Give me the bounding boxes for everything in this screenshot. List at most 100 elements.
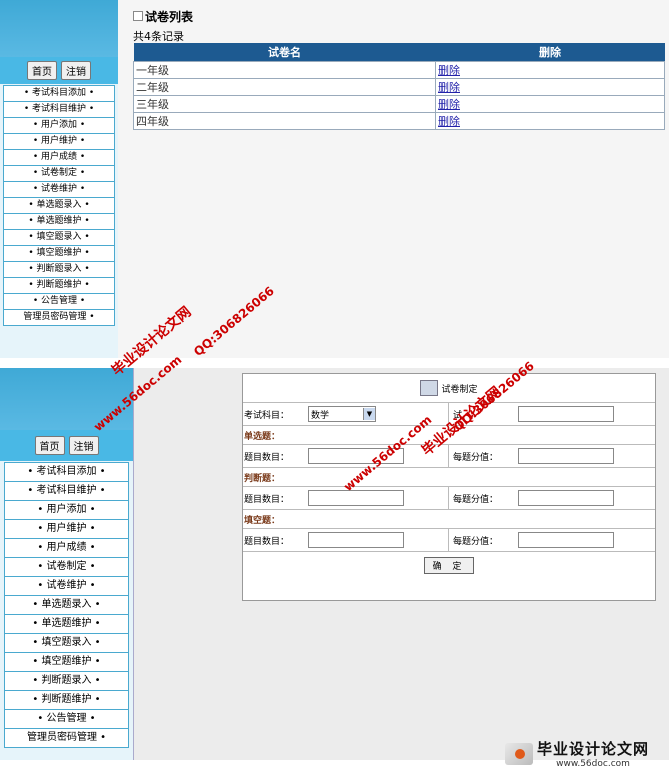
count-label: 题目数目： — [244, 536, 290, 547]
main-content: 试卷列表 共4条记录 试卷名 删除 一年级 删除 二年级 删除 三年级 删除 四… — [128, 0, 669, 358]
home-button[interactable]: 首页 — [34, 436, 65, 455]
single-choice-score-input[interactable] — [518, 448, 614, 464]
logout-button[interactable]: 注销 — [68, 436, 99, 455]
sidebar-item-admin-password[interactable]: 管理员密码管理 • — [4, 729, 129, 748]
sidebar-item-admin-password[interactable]: 管理员密码管理 • — [3, 310, 115, 326]
count-cell — [308, 532, 448, 548]
subject-cell: 数学 ▼ — [308, 406, 448, 422]
sidebar-item-announcements[interactable]: • 公告管理 • — [3, 294, 115, 310]
subject-label: 考试科目： — [244, 410, 290, 421]
sidebar-header — [0, 368, 133, 430]
paper-name-cell: 一年级 — [133, 61, 436, 79]
sidebar-item-paper-maintain[interactable]: • 试卷维护 • — [3, 182, 115, 198]
sidebar-item-fill-blank-maintain[interactable]: • 填空题维护 • — [3, 246, 115, 262]
sidebar-item-true-false-entry[interactable]: • 判断题录入 • — [3, 262, 115, 278]
nav-button-row: 首页 注销 — [0, 430, 133, 461]
delete-cell: 删除 — [435, 112, 665, 130]
delete-cell: 删除 — [435, 95, 665, 113]
sidebar-item-subject-maintain[interactable]: • 考试科目维护 • — [3, 102, 115, 118]
delete-cell: 删除 — [435, 78, 665, 96]
confirm-row: 确 定 — [243, 551, 655, 578]
second-input-cell — [518, 406, 614, 422]
sidebar-menu: • 考试科目添加 • • 考试科目维护 • • 用户添加 • • 用户维护 • … — [0, 84, 118, 326]
sidebar: 首页 注销 • 考试科目添加 • • 考试科目维护 • • 用户添加 • • 用… — [0, 368, 134, 760]
logo-url: www.56doc.com — [556, 759, 630, 769]
sidebar-item-paper-maintain[interactable]: • 试卷维护 • — [4, 577, 129, 596]
section-title-true-false: 判断题： — [243, 467, 655, 486]
form-image-icon — [420, 380, 439, 396]
delete-link[interactable]: 删除 — [438, 98, 460, 111]
sidebar-item-user-maintain[interactable]: • 用户维护 • — [4, 520, 129, 539]
count-cell — [308, 448, 448, 464]
page-title-text: 试卷列表 — [145, 10, 194, 24]
true-false-count-input[interactable] — [308, 490, 404, 506]
paper-create-screen: 首页 注销 • 考试科目添加 • • 考试科目维护 • • 用户添加 • • 用… — [0, 368, 669, 760]
subject-select-value: 数学 — [311, 410, 330, 421]
sidebar-item-announcements[interactable]: • 公告管理 • — [4, 710, 129, 729]
true-false-score-input[interactable] — [518, 490, 614, 506]
sidebar-item-paper-create[interactable]: • 试卷制定 • — [3, 166, 115, 182]
sidebar-item-true-false-entry[interactable]: • 判断题录入 • — [4, 672, 129, 691]
sidebar-item-single-choice-maintain[interactable]: • 单选题维护 • — [4, 615, 129, 634]
true-false-row: 题目数目： 每题分值： — [243, 486, 655, 509]
paper-name-cell: 四年级 — [133, 112, 436, 130]
sidebar-item-subject-add[interactable]: • 考试科目添加 • — [4, 462, 129, 482]
sidebar-item-fill-blank-entry[interactable]: • 填空题录入 • — [3, 230, 115, 246]
sidebar-item-paper-create[interactable]: • 试卷制定 • — [4, 558, 129, 577]
sidebar-item-subject-add[interactable]: • 考试科目添加 • — [3, 85, 115, 102]
paper-list-screen: 首页 注销 • 考试科目添加 • • 考试科目维护 • • 用户添加 • • 用… — [0, 0, 669, 358]
sidebar-item-user-add[interactable]: • 用户添加 • — [3, 118, 115, 134]
form-title: 试卷制定 — [441, 384, 478, 395]
count-label: 题目数目： — [244, 494, 290, 505]
single-choice-row: 题目数目： 每题分值： — [243, 444, 655, 467]
score-cell — [518, 448, 614, 464]
fill-blank-row: 题目数目： 每题分值： — [243, 528, 655, 551]
logout-button[interactable]: 注销 — [61, 61, 91, 80]
sidebar: 首页 注销 • 考试科目添加 • • 考试科目维护 • • 用户添加 • • 用… — [0, 0, 118, 358]
paper-name-cell: 三年级 — [133, 95, 436, 113]
subject-select[interactable]: 数学 ▼ — [308, 406, 376, 422]
delete-link[interactable]: 删除 — [438, 115, 460, 128]
sidebar-item-user-scores[interactable]: • 用户成绩 • — [3, 150, 115, 166]
sidebar-item-single-choice-maintain[interactable]: • 单选题维护 • — [3, 214, 115, 230]
logo-text-group: 毕业设计论文网 www.56doc.com — [537, 738, 649, 769]
fill-blank-score-input[interactable] — [518, 532, 614, 548]
delete-link[interactable]: 删除 — [438, 64, 460, 77]
score-cell — [518, 490, 614, 506]
sidebar-item-true-false-maintain[interactable]: • 判断题维护 • — [4, 691, 129, 710]
sidebar-item-single-choice-entry[interactable]: • 单选题录入 • — [3, 198, 115, 214]
home-button[interactable]: 首页 — [27, 61, 57, 80]
paper-table: 试卷名 删除 一年级 删除 二年级 删除 三年级 删除 四年级 删除 — [133, 43, 665, 130]
sidebar-item-user-add[interactable]: • 用户添加 • — [4, 501, 129, 520]
form-header: 试卷制定 — [243, 374, 655, 402]
sidebar-item-single-choice-entry[interactable]: • 单选题录入 • — [4, 596, 129, 615]
confirm-button[interactable]: 确 定 — [423, 556, 475, 574]
nav-button-row: 首页 注销 — [0, 57, 118, 84]
column-header-delete: 删除 — [435, 43, 665, 62]
score-label: 每题分值： — [448, 529, 518, 551]
record-count: 共4条记录 — [133, 30, 184, 43]
logo-icon — [505, 742, 533, 765]
sidebar-item-subject-maintain[interactable]: • 考试科目维护 • — [4, 482, 129, 501]
paper-create-form: 试卷制定 考试科目： 数学 ▼ 试 单选题： 题目数目： 每题分值： 判断题： … — [242, 373, 656, 601]
sidebar-item-fill-blank-maintain[interactable]: • 填空题维护 • — [4, 653, 129, 672]
sidebar-item-true-false-maintain[interactable]: • 判断题维护 • — [3, 278, 115, 294]
paper-name-cell: 二年级 — [133, 78, 436, 96]
checkbox-icon — [133, 11, 143, 21]
table-row: 一年级 删除 — [133, 61, 665, 79]
sidebar-item-user-maintain[interactable]: • 用户维护 • — [3, 134, 115, 150]
count-cell — [308, 490, 448, 506]
table-header-row: 试卷名 删除 — [133, 43, 665, 62]
single-choice-count-input[interactable] — [308, 448, 404, 464]
second-input[interactable] — [518, 406, 614, 422]
sidebar-item-user-scores[interactable]: • 用户成绩 • — [4, 539, 129, 558]
count-label: 题目数目： — [244, 452, 290, 463]
page-title: 试卷列表 — [133, 8, 193, 25]
section-title-single-choice: 单选题： — [243, 425, 655, 444]
sidebar-item-fill-blank-entry[interactable]: • 填空题录入 • — [4, 634, 129, 653]
fill-blank-count-input[interactable] — [308, 532, 404, 548]
column-header-paper-name: 试卷名 — [133, 43, 436, 62]
sidebar-header — [0, 0, 118, 57]
delete-link[interactable]: 删除 — [438, 81, 460, 94]
site-logo: 毕业设计论文网 www.56doc.com — [505, 738, 649, 769]
